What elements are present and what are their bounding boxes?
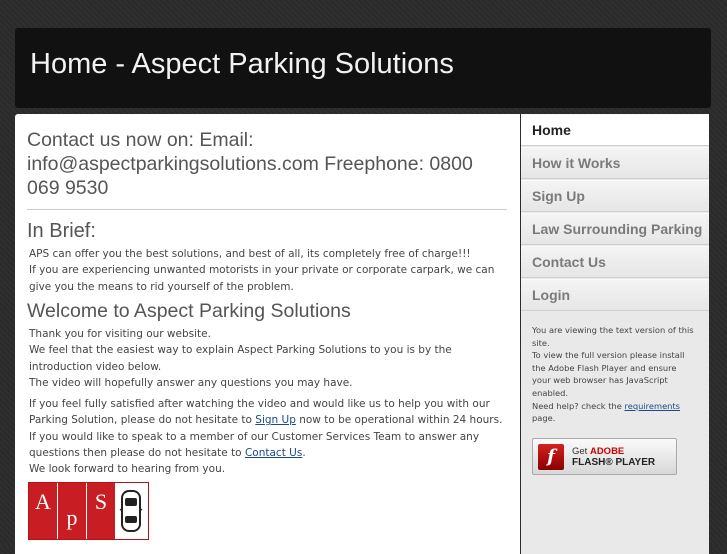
car-icon [116, 483, 146, 539]
welcome-heading: Welcome to Aspect Parking Solutions [27, 300, 351, 322]
logo-letter-a: A [29, 483, 58, 539]
info-help-post: page. [532, 413, 556, 424]
welcome-line-2: We feel that the easiest way to explain … [29, 344, 452, 373]
site-header: Home - Aspect Parking Solutions [15, 28, 711, 108]
nav-item-home[interactable]: Home [521, 114, 709, 146]
contact-text-post: . [302, 446, 306, 459]
text-version-notice: You are viewing the text version of this… [532, 324, 697, 425]
info-line-2: To view the full version please install … [532, 350, 685, 398]
sign-up-link[interactable]: Sign Up [255, 414, 296, 426]
sidebar: Home How it Works Sign Up Law Surroundin… [521, 114, 709, 554]
brief-heading: In Brief: [27, 220, 96, 242]
nav-item-login[interactable]: Login [521, 279, 709, 311]
contact-us-link[interactable]: Contact Us [245, 447, 302, 459]
contact-heading: Contact us now on: Email: info@aspectpar… [27, 129, 473, 199]
requirements-link[interactable]: requirements [624, 401, 680, 411]
flash-player-label: FLASH® PLAYER [572, 456, 656, 468]
flash-button-text: Get ADOBE FLASH® PLAYER [572, 446, 655, 468]
info-help-pre: Need help? check the [532, 400, 625, 411]
info-line-1: You are viewing the text version of this… [532, 325, 694, 348]
signup-text-post: now to be operational within 24 hours. [295, 414, 503, 427]
welcome-line-3: The video will hopefully answer any ques… [29, 376, 353, 389]
page-title: Home - Aspect Parking Solutions [30, 48, 454, 80]
logo-letter-s: S [87, 483, 116, 539]
nav-item-how-it-works[interactable]: How it Works [521, 147, 709, 179]
get-flash-player-button[interactable]: f Get ADOBE FLASH® PLAYER [532, 438, 677, 475]
brief-line-2: If you are experiencing unwanted motoris… [29, 264, 495, 293]
main-content: Contact us now on: Email: info@aspectpar… [15, 114, 520, 554]
aps-logo: A p S [28, 482, 149, 540]
flash-icon: f [538, 443, 564, 470]
signup-text: If you feel fully satisfied after watchi… [29, 396, 509, 477]
welcome-text: Thank you for visiting our website. We f… [29, 326, 509, 391]
flash-get-line: Get ADOBE [572, 446, 655, 457]
welcome-line-1: Thank you for visiting our website. [29, 328, 211, 340]
logo-letter-p: p [58, 483, 87, 539]
brief-line-1: APS can offer you the best solutions, an… [29, 248, 471, 260]
flash-get-label: Get [572, 445, 588, 457]
nav-item-sign-up[interactable]: Sign Up [521, 180, 709, 212]
nav-item-contact-us[interactable]: Contact Us [521, 246, 709, 278]
nav-item-law-surrounding-parking[interactable]: Law Surrounding Parking [521, 213, 709, 245]
closing-text: We look forward to hearing from you. [29, 463, 226, 476]
flash-adobe-label: ADOBE [589, 445, 625, 457]
divider [27, 209, 507, 210]
brief-text: APS can offer you the best solutions, an… [29, 246, 509, 295]
